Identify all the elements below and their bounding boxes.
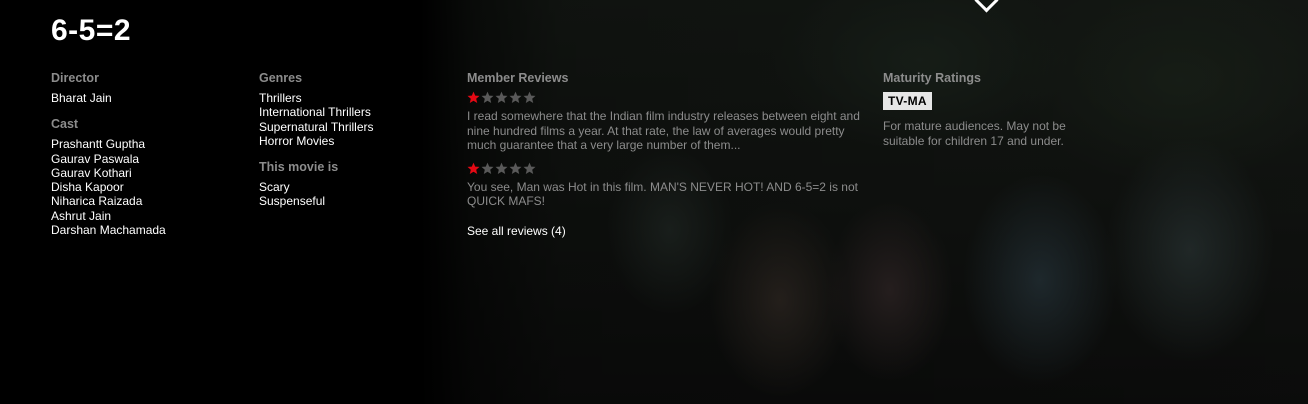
maturity-description: For mature audiences. May not be suitabl… — [883, 119, 1066, 148]
genre-item[interactable]: Thrillers — [259, 91, 449, 105]
maturity-heading: Maturity Ratings — [883, 71, 981, 85]
cast-member[interactable]: Gaurav Paswala — [51, 152, 241, 166]
movie-details-panel: 6-5=2 Director Bharat Jain Cast Prashant… — [0, 0, 1308, 404]
reviews-heading: Member Reviews — [467, 71, 569, 85]
cast-member[interactable]: Gaurav Kothari — [51, 166, 241, 180]
cast-list: Prashantt Guptha Gaurav Paswala Gaurav K… — [51, 137, 241, 237]
review-item: You see, Man was Hot in this film. MAN'S… — [467, 162, 872, 209]
star-empty-icon — [509, 91, 522, 103]
star-empty-icon — [523, 162, 536, 174]
cast-member[interactable]: Niharica Raizada — [51, 194, 241, 208]
review-text: I read somewhere that the Indian film in… — [467, 109, 860, 153]
director-name[interactable]: Bharat Jain — [51, 91, 241, 105]
director-list: Bharat Jain — [51, 91, 241, 105]
mood-tag[interactable]: Scary — [259, 180, 449, 194]
review-item: I read somewhere that the Indian film in… — [467, 91, 872, 153]
cast-member[interactable]: Ashrut Jain — [51, 209, 241, 223]
star-filled-icon — [467, 91, 480, 103]
genres-list: Thrillers International Thrillers Supern… — [259, 91, 449, 148]
this-movie-is-heading: This movie is — [259, 160, 339, 175]
director-heading: Director — [51, 71, 99, 85]
genre-item[interactable]: Supernatural Thrillers — [259, 120, 449, 134]
star-filled-icon — [467, 162, 480, 174]
star-rating — [467, 162, 872, 176]
movie-title: 6-5=2 — [51, 14, 132, 47]
reviews-column: Member Reviews I read somewhere that the… — [467, 71, 872, 240]
cast-member[interactable]: Prashantt Guptha — [51, 137, 241, 151]
star-empty-icon — [495, 162, 508, 174]
maturity-rating-badge: TV-MA — [883, 92, 932, 110]
cast-member[interactable]: Disha Kapoor — [51, 180, 241, 194]
genres-column: Genres Thrillers International Thrillers… — [259, 71, 449, 209]
genre-item[interactable]: Horror Movies — [259, 134, 449, 148]
credits-column: Director Bharat Jain Cast Prashantt Gupt… — [51, 71, 241, 237]
star-empty-icon — [509, 162, 522, 174]
review-text: You see, Man was Hot in this film. MAN'S… — [467, 179, 858, 209]
maturity-column: Maturity Ratings TV-MA For mature audien… — [883, 71, 1083, 149]
cast-heading: Cast — [51, 117, 79, 132]
see-all-reviews-link[interactable]: See all reviews (4) — [467, 224, 566, 238]
star-empty-icon — [495, 91, 508, 103]
cast-member[interactable]: Darshan Machamada — [51, 223, 241, 237]
star-empty-icon — [523, 91, 536, 103]
star-empty-icon — [481, 91, 494, 103]
mood-tags-list: Scary Suspenseful — [259, 180, 449, 209]
star-empty-icon — [481, 162, 494, 174]
star-rating — [467, 91, 872, 105]
details-content: 6-5=2 Director Bharat Jain Cast Prashant… — [0, 0, 1308, 404]
genre-item[interactable]: International Thrillers — [259, 105, 449, 119]
genres-heading: Genres — [259, 71, 303, 85]
mood-tag[interactable]: Suspenseful — [259, 194, 449, 208]
